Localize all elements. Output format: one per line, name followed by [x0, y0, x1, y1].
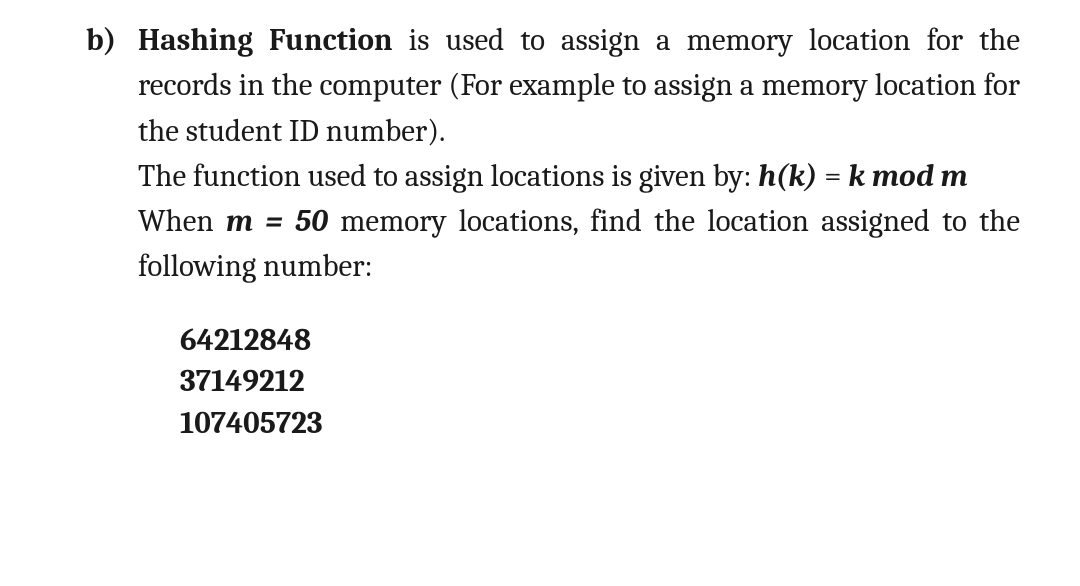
term-bold: Hashing Function	[138, 22, 393, 58]
question-container: b) Hashing Function is used to assign a …	[0, 0, 1080, 445]
formula-kmodm: k mod m	[848, 158, 967, 194]
number-1: 64212848	[180, 320, 1020, 362]
number-3: 107405723	[180, 403, 1020, 445]
number-2: 37149212	[180, 361, 1020, 403]
para2-prefix: The function used to assign locations is…	[138, 158, 758, 194]
item-body: Hashing Function is used to assign a mem…	[138, 18, 1020, 445]
paragraph-1: Hashing Function is used to assign a mem…	[138, 18, 1020, 154]
formula-hk: h(k)	[758, 158, 817, 194]
para3-prefix: When	[138, 203, 226, 239]
item-label: b)	[86, 18, 138, 445]
paragraph-2: The function used to assign locations is…	[138, 154, 1020, 199]
formula-eq: =	[817, 158, 848, 194]
question-item: b) Hashing Function is used to assign a …	[86, 18, 1020, 445]
m-equation: m = 50	[226, 203, 328, 239]
paragraph-3: When m = 50 memory locations, find the l…	[138, 199, 1020, 290]
number-list: 64212848 37149212 107405723	[138, 320, 1020, 446]
